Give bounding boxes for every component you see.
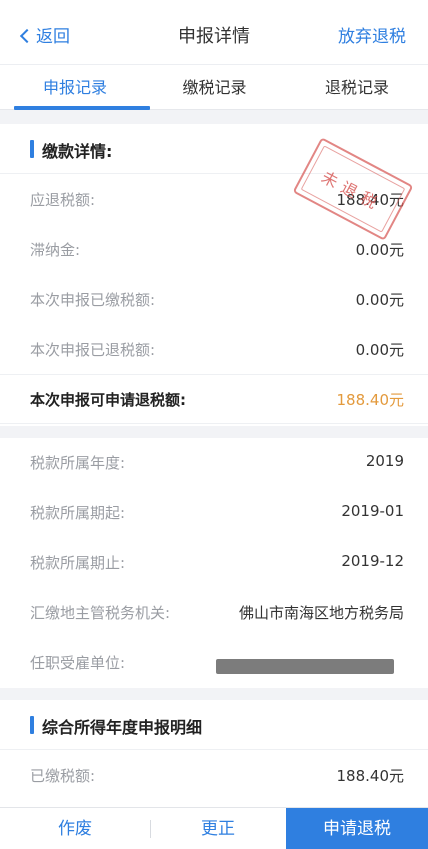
void-button[interactable]: 作废 — [0, 808, 150, 849]
abandon-refund-button[interactable]: 放弃退税 — [338, 22, 406, 47]
payment-section-title: 缴款详情: — [42, 142, 113, 161]
row-label: 税款所属期起: — [30, 504, 126, 522]
tab-payment-records[interactable]: 缴税记录 — [143, 65, 286, 110]
row-refunded-this-filing: 本次申报已退税额: 0.00元 — [0, 325, 428, 375]
row-label: 已缴税额: — [30, 767, 96, 785]
section-marker — [30, 716, 34, 734]
row-paid-this-filing: 本次申报已缴税额: 0.00元 — [0, 275, 428, 325]
action-footer: 作废 更正 申请退税 — [0, 807, 428, 849]
row-label: 汇缴地主管税务机关: — [30, 604, 171, 622]
row-label: 税款所属期止: — [30, 554, 126, 572]
nav-bar: 返回 申报详情 放弃退税 — [0, 0, 428, 64]
row-tax-authority: 汇缴地主管税务机关: 佛山市南海区地方税务局 — [0, 588, 428, 638]
row-value: 2019-12 — [341, 552, 404, 570]
correct-button[interactable]: 更正 — [150, 808, 286, 849]
annual-section-header: 综合所得年度申报明细 — [0, 700, 428, 750]
row-label: 本次申报已缴税额: — [30, 291, 156, 309]
tab-refund-records[interactable]: 退税记录 — [286, 65, 428, 110]
row-label: 税款所属年度: — [30, 454, 126, 472]
row-value: 188.40元 — [336, 391, 405, 409]
back-button[interactable]: 返回 — [19, 22, 70, 47]
back-label: 返回 — [36, 27, 70, 47]
row-label: 任职受雇单位: — [30, 654, 126, 672]
tab-bar: 申报记录 缴税记录 退税记录 — [0, 64, 428, 110]
row-label: 滞纳金: — [30, 241, 81, 259]
row-value: 188.40元 — [336, 767, 405, 785]
chevron-left-icon — [19, 28, 35, 44]
redacted-employer-value — [216, 659, 394, 674]
row-value: 0.00元 — [355, 341, 404, 359]
row-label: 应退税额: — [30, 191, 96, 209]
row-period-end: 税款所属期止: 2019-12 — [0, 538, 428, 588]
row-value: 佛山市南海区地方税务局 — [238, 604, 404, 622]
tab-declaration-records[interactable]: 申报记录 — [0, 65, 150, 110]
row-refundable-amount: 本次申报可申请退税额: 188.40元 — [0, 374, 428, 424]
row-annual-paid: 已缴税额: 188.40元 — [0, 751, 428, 801]
row-tax-year: 税款所属年度: 2019 — [0, 438, 428, 488]
row-value: 0.00元 — [355, 291, 404, 309]
row-value: 0.00元 — [355, 241, 404, 259]
row-period-start: 税款所属期起: 2019-01 — [0, 488, 428, 538]
annual-section-title: 综合所得年度申报明细 — [42, 718, 203, 737]
row-value: 2019 — [365, 452, 404, 470]
row-label: 本次申报可申请退税额: — [30, 391, 186, 409]
apply-refund-button[interactable]: 申请退税 — [286, 808, 428, 849]
section-marker — [30, 140, 34, 158]
row-label: 本次申报已退税额: — [30, 341, 156, 359]
row-value: 2019-01 — [341, 502, 404, 520]
active-tab-indicator — [14, 106, 150, 110]
row-late-fee: 滞纳金: 0.00元 — [0, 225, 428, 275]
